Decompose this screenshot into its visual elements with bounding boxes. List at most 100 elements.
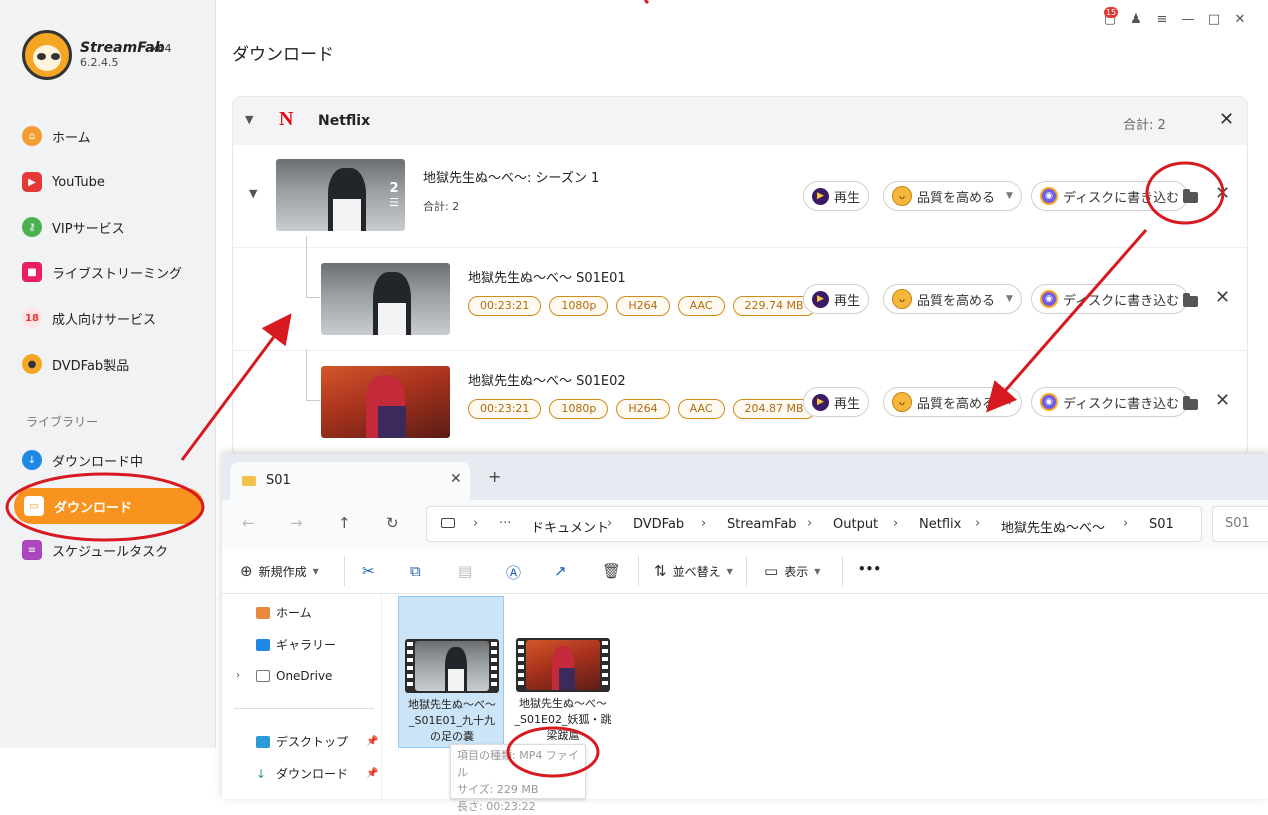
sort-button[interactable]: ⇅ 並べ替え ▼ [654, 562, 733, 580]
home-icon [256, 606, 270, 619]
refresh-icon[interactable]: ↻ [386, 514, 399, 532]
dropdown-caret-icon: ▼ [1006, 294, 1013, 304]
episode-chips: 00:23:21 1080p H264 AAC 204.87 MB [468, 399, 816, 419]
forward-icon[interactable]: → [290, 514, 303, 532]
library-title: ライブラリー [26, 415, 99, 429]
burn-disc-button[interactable]: ◉ ディスクに書き込む [1031, 284, 1189, 314]
nav-desktop[interactable]: デスクトップ [256, 733, 348, 750]
group-close-icon[interactable]: ✕ [1219, 109, 1234, 130]
more-options-button[interactable]: ••• [858, 562, 881, 576]
desktop-icon [256, 735, 270, 748]
sidebar-item-dvdfab[interactable]: ● DVDFab製品 [22, 349, 197, 379]
sort-icon: ⇅ [654, 562, 667, 580]
collapse-caret-icon[interactable]: ▼ [245, 113, 253, 126]
breadcrumb[interactable]: DVDFab [633, 517, 684, 532]
sidebar-item-vip[interactable]: ⚷ VIPサービス [22, 212, 197, 242]
video-file-icon [405, 639, 499, 693]
nav-home[interactable]: ホーム [256, 604, 312, 621]
menu-icon[interactable]: ≡ [1154, 12, 1170, 27]
breadcrumb[interactable]: ドキュメント [531, 517, 609, 536]
enhance-quality-button[interactable]: ᴗ 品質を高める ▼ [883, 387, 1022, 417]
sidebar-item-home[interactable]: ⌂ ホーム [22, 121, 197, 151]
resolution-chip: 1080p [549, 399, 609, 419]
burn-disc-icon: ◉ [1040, 187, 1058, 205]
streamfab-window: StreamFab x64 6.2.4.5 ⌂ ホーム ▶ YouTube ⚷ … [0, 0, 1268, 813]
tab-label: S01 [266, 473, 291, 488]
trash-icon: 🗑 [602, 562, 622, 580]
up-icon[interactable]: ↑ [338, 514, 351, 532]
pin-icon: 📌 [366, 736, 379, 747]
nav-onedrive[interactable]: OneDrive [256, 669, 332, 683]
burn-disc-button[interactable]: ◉ ディスクに書き込む [1031, 387, 1189, 417]
remove-icon[interactable]: ✕ [1215, 183, 1230, 204]
minimize-icon[interactable]: — [1180, 12, 1196, 27]
rename-button[interactable]: Ⓐ [506, 562, 521, 583]
share-button[interactable]: ↗ [554, 562, 567, 580]
back-icon[interactable]: ← [242, 514, 255, 532]
breadcrumb[interactable]: Output [833, 517, 878, 532]
breadcrumb[interactable]: StreamFab [727, 517, 797, 532]
view-button[interactable]: ▭ 表示 ▼ [764, 562, 820, 580]
play-button[interactable]: ▶ 再生 [803, 387, 870, 417]
remove-icon[interactable]: ✕ [1215, 390, 1230, 411]
chevron-right-icon[interactable]: › [236, 670, 240, 681]
enhance-quality-button[interactable]: ᴗ 品質を高める ▼ [883, 284, 1022, 314]
breadcrumb[interactable]: 地獄先生ぬ〜べ〜 [1001, 517, 1105, 536]
new-tab-icon[interactable]: + [488, 467, 501, 486]
folder-icon: ▭ [24, 496, 44, 516]
play-button[interactable]: ▶ 再生 [803, 284, 870, 314]
gallery-icon [256, 638, 270, 651]
new-item-button[interactable]: ⊕ 新規作成 ▼ [240, 562, 319, 580]
open-folder-icon[interactable] [1183, 293, 1198, 307]
delete-button[interactable]: 🗑 [602, 562, 621, 580]
breadcrumb[interactable]: Netflix [919, 517, 961, 532]
sidebar-item-youtube[interactable]: ▶ YouTube [22, 167, 197, 197]
episode-thumbnail[interactable] [321, 263, 450, 335]
season-caret-icon[interactable]: ▼ [249, 187, 257, 200]
sidebar-item-adult[interactable]: 18 成人向けサービス [22, 303, 197, 333]
open-folder-icon[interactable] [1183, 189, 1198, 203]
sidebar-item-schedule[interactable]: ≡ スケジュールタスク [22, 535, 197, 565]
more-path-icon: ··· [499, 516, 512, 531]
episode-thumbnail[interactable] [321, 366, 450, 438]
burn-disc-button[interactable]: ◉ ディスクに書き込む [1031, 181, 1189, 211]
video-codec-chip: H264 [616, 296, 670, 316]
explorer-tab-bar: S01 ✕ + [222, 454, 1268, 500]
nav-gallery[interactable]: ギャラリー [256, 636, 336, 653]
pin-icon: 📌 [366, 768, 379, 779]
breadcrumb[interactable]: S01 [1149, 517, 1174, 532]
skin-icon[interactable]: ♟ [1128, 12, 1144, 27]
enhance-quality-button[interactable]: ᴗ 品質を高める ▼ [883, 181, 1022, 211]
file-item[interactable]: 地獄先生ぬ〜べ〜 _S01E02_妖狐・跳 梁跋扈 [510, 596, 616, 748]
maximize-icon[interactable]: □ [1206, 12, 1222, 27]
search-input[interactable]: S01 [1212, 506, 1268, 542]
cut-button[interactable]: ✂ [362, 562, 375, 580]
copy-button[interactable]: ⧉ [410, 562, 421, 580]
sidebar-item-downloading[interactable]: ↓ ダウンロード中 [22, 445, 197, 475]
sidebar-item-downloaded[interactable]: ▭ ダウンロード [14, 488, 204, 524]
paste-button[interactable]: ▤ [458, 562, 472, 580]
sidebar-item-label: YouTube [52, 174, 105, 190]
document-icon [256, 670, 270, 682]
remove-icon[interactable]: ✕ [1215, 287, 1230, 308]
open-folder-icon[interactable] [1183, 396, 1198, 410]
address-bar[interactable]: › ··· ドキュメント › DVDFab › StreamFab › Outp… [426, 506, 1202, 542]
streamfab-logo-icon [22, 30, 72, 80]
download-arrow-icon: ↓ [22, 450, 42, 470]
explorer-tab[interactable]: S01 ✕ [230, 462, 470, 500]
file-item[interactable]: 地獄先生ぬ〜べ〜 _S01E01_九十九 の足の嚢 [398, 596, 504, 748]
close-icon[interactable]: ✕ [1232, 12, 1248, 27]
netflix-logo-icon: N [279, 108, 294, 130]
sidebar-item-label: ダウンロード中 [52, 454, 144, 470]
sidebar-item-live[interactable]: ■ ライブストリーミング [22, 257, 197, 287]
dvdfab-icon: ● [22, 354, 42, 374]
play-button[interactable]: ▶ 再生 [803, 181, 870, 211]
page-title: ダウンロード [232, 45, 334, 65]
sidebar-item-label: ライブストリーミング [52, 266, 183, 282]
sidebar-item-label: スケジュールタスク [52, 544, 169, 560]
episode-title: 地獄先生ぬ〜べ〜 S01E02 [468, 374, 626, 389]
nav-downloads[interactable]: ↓ ダウンロード [256, 765, 348, 782]
season-thumbnail[interactable]: 2 ☰ [276, 159, 405, 231]
dropdown-caret-icon: ▼ [1006, 191, 1013, 201]
tab-close-icon[interactable]: ✕ [450, 471, 462, 487]
